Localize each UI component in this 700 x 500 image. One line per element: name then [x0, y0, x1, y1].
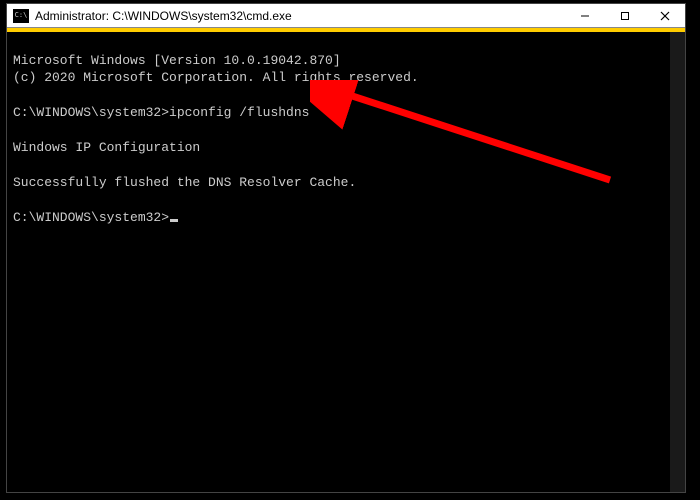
prompt: C:\WINDOWS\system32>: [13, 105, 169, 120]
vertical-scrollbar[interactable]: [670, 32, 685, 492]
window-title: Administrator: C:\WINDOWS\system32\cmd.e…: [35, 9, 565, 23]
terminal-line: Successfully flushed the DNS Resolver Ca…: [13, 175, 356, 190]
terminal-line: Microsoft Windows [Version 10.0.19042.87…: [13, 53, 341, 68]
minimize-button[interactable]: [565, 4, 605, 27]
terminal-body[interactable]: Microsoft Windows [Version 10.0.19042.87…: [7, 32, 685, 492]
prompt: C:\WINDOWS\system32>: [13, 210, 169, 225]
cmd-icon: [13, 9, 29, 23]
cmd-window: Administrator: C:\WINDOWS\system32\cmd.e…: [6, 3, 686, 493]
close-button[interactable]: [645, 4, 685, 27]
terminal-line: C:\WINDOWS\system32>ipconfig /flushdns: [13, 105, 309, 120]
close-icon: [660, 11, 670, 21]
terminal-line: (c) 2020 Microsoft Corporation. All righ…: [13, 70, 419, 85]
window-controls: [565, 4, 685, 27]
maximize-icon: [620, 11, 630, 21]
minimize-icon: [580, 11, 590, 21]
titlebar[interactable]: Administrator: C:\WINDOWS\system32\cmd.e…: [7, 4, 685, 28]
command-text: ipconfig /flushdns: [169, 105, 309, 120]
terminal-line: C:\WINDOWS\system32>: [13, 210, 178, 225]
terminal-line: Windows IP Configuration: [13, 140, 200, 155]
cursor: [170, 219, 178, 222]
maximize-button[interactable]: [605, 4, 645, 27]
